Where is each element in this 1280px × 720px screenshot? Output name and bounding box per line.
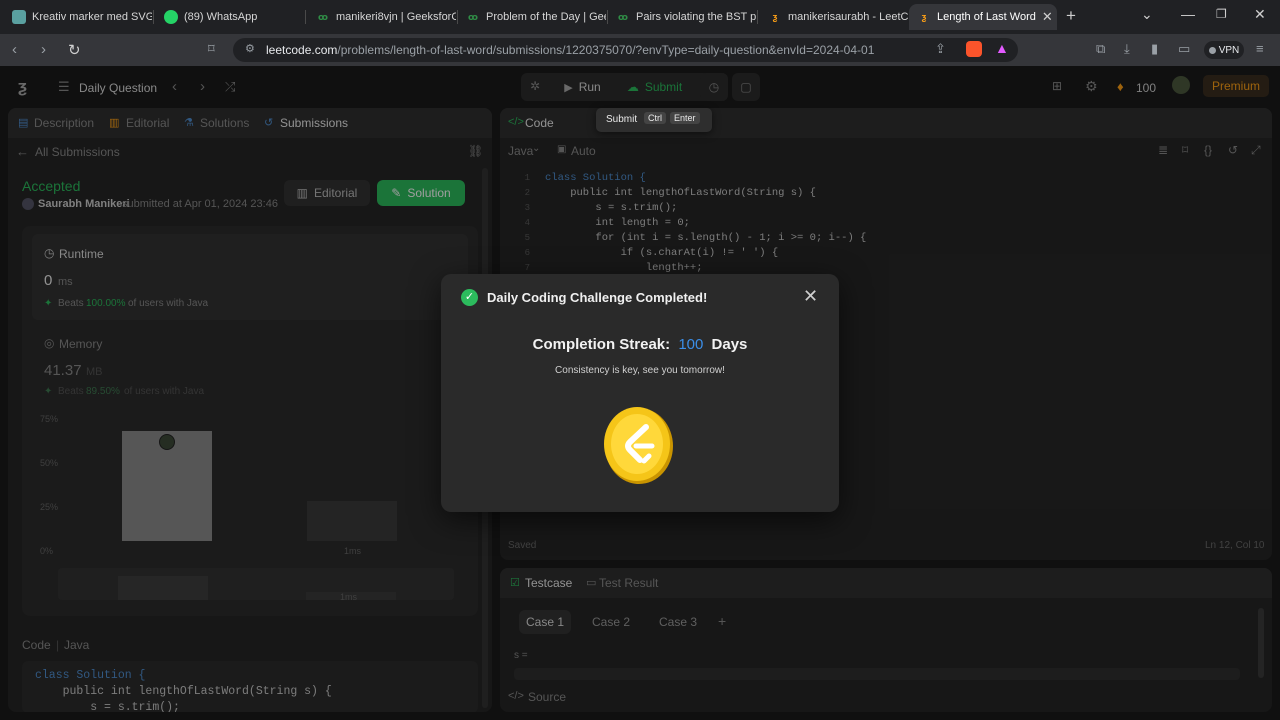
vpn-status-icon bbox=[1208, 46, 1216, 54]
reload-icon[interactable]: ↻ bbox=[68, 41, 81, 59]
minimize-icon[interactable]: — bbox=[1181, 6, 1195, 22]
check-circle-icon: ✓ bbox=[461, 289, 478, 306]
tab-title: manikerisaurabh - LeetCo bbox=[788, 11, 908, 23]
download-icon[interactable]: ⤓ bbox=[1124, 41, 1130, 57]
modal-title: Daily Coding Challenge Completed! bbox=[487, 290, 708, 305]
tab-title: Length of Last Word bbox=[937, 11, 1036, 23]
bookmark-icon[interactable]: ⌑ bbox=[208, 41, 215, 57]
brave-rewards-icon[interactable]: ▲ bbox=[995, 40, 1009, 56]
tab-title: Problem of the Day | Geel bbox=[486, 11, 606, 23]
forward-icon[interactable]: › bbox=[41, 41, 46, 58]
close-icon[interactable]: ✕ bbox=[803, 286, 818, 307]
vpn-button[interactable]: VPN bbox=[1204, 41, 1244, 59]
browser-tab-length-last-word[interactable]: ƺ Length of Last Word ✕ bbox=[909, 4, 1057, 30]
modal-message: Consistency is key, see you tomorrow! bbox=[555, 365, 725, 376]
streak-value: 100 bbox=[678, 336, 704, 353]
browser-tab-whatsapp[interactable]: (89) WhatsApp bbox=[156, 4, 304, 30]
tooltip-label: Submit bbox=[606, 114, 638, 125]
site-info-icon[interactable]: ⚙ bbox=[245, 42, 255, 55]
back-icon[interactable]: ‹ bbox=[12, 41, 17, 58]
wallet-icon[interactable]: ▭ bbox=[1178, 41, 1190, 57]
gfg-icon: ꝏ bbox=[618, 11, 628, 22]
whatsapp-icon bbox=[164, 10, 178, 24]
sidebar-icon[interactable]: ▮ bbox=[1151, 41, 1158, 57]
tab-title: manikeri8vjn | GeeksforGe bbox=[336, 11, 456, 23]
share-icon[interactable]: ⇪ bbox=[935, 41, 946, 57]
menu-icon[interactable]: ≡ bbox=[1256, 41, 1264, 56]
submit-shortcut-tooltip: Submit Ctrl Enter bbox=[596, 108, 712, 132]
streak-unit: Days bbox=[711, 336, 748, 353]
browser-tab-bst[interactable]: ꝏ Pairs violating the BST pr bbox=[608, 4, 756, 30]
tab-divider bbox=[305, 10, 306, 24]
extensions-icon[interactable]: ⧉ bbox=[1096, 41, 1105, 57]
browser-tab-gfg-profile[interactable]: ꝏ manikeri8vjn | GeeksforGe bbox=[308, 4, 456, 30]
challenge-completed-modal: ✓ Daily Coding Challenge Completed! ✕ Co… bbox=[441, 274, 839, 512]
tab-title: Kreativ marker med SVG bbox=[32, 11, 152, 23]
tooltip-key-ctrl: Ctrl bbox=[644, 112, 666, 124]
tab-divider bbox=[153, 10, 154, 24]
streak-line: Completion Streak: 100 Days bbox=[441, 336, 839, 353]
gfg-icon: ꝏ bbox=[318, 11, 328, 22]
new-tab-icon[interactable]: + bbox=[1066, 6, 1076, 26]
streak-label: Completion Streak: bbox=[532, 336, 671, 353]
tab-divider bbox=[757, 10, 758, 24]
leetcode-coin-icon bbox=[604, 407, 673, 484]
maximize-icon[interactable]: ❐ bbox=[1216, 7, 1227, 21]
browser-tab-leetcode-profile[interactable]: ƺ manikerisaurabh - LeetCo bbox=[760, 4, 908, 30]
tab-title: Pairs violating the BST pr bbox=[636, 11, 756, 23]
url-text: leetcode.com/problems/length-of-last-wor… bbox=[266, 43, 875, 57]
leetcode-icon: ƺ bbox=[772, 12, 778, 22]
brave-shield-icon[interactable] bbox=[966, 41, 982, 57]
tooltip-key-enter: Enter bbox=[670, 112, 700, 124]
browser-tab-kreativ[interactable]: Kreativ marker med SVG bbox=[4, 4, 152, 30]
address-bar[interactable]: ⚙ leetcode.com/problems/length-of-last-w… bbox=[233, 38, 1018, 62]
tab-favicon-icon bbox=[12, 10, 26, 24]
leetcode-icon: ƺ bbox=[921, 12, 927, 22]
close-window-icon[interactable]: ✕ bbox=[1254, 6, 1266, 23]
tab-title: (89) WhatsApp bbox=[184, 11, 258, 23]
tab-search-chevron-icon[interactable]: ⌄ bbox=[1141, 6, 1153, 23]
close-tab-icon[interactable]: ✕ bbox=[1042, 9, 1053, 25]
gfg-icon: ꝏ bbox=[468, 11, 478, 22]
browser-tab-gfg-potd[interactable]: ꝏ Problem of the Day | Geel bbox=[458, 4, 606, 30]
browser-tab-strip: Kreativ marker med SVG (89) WhatsApp ꝏ m… bbox=[0, 0, 1280, 34]
